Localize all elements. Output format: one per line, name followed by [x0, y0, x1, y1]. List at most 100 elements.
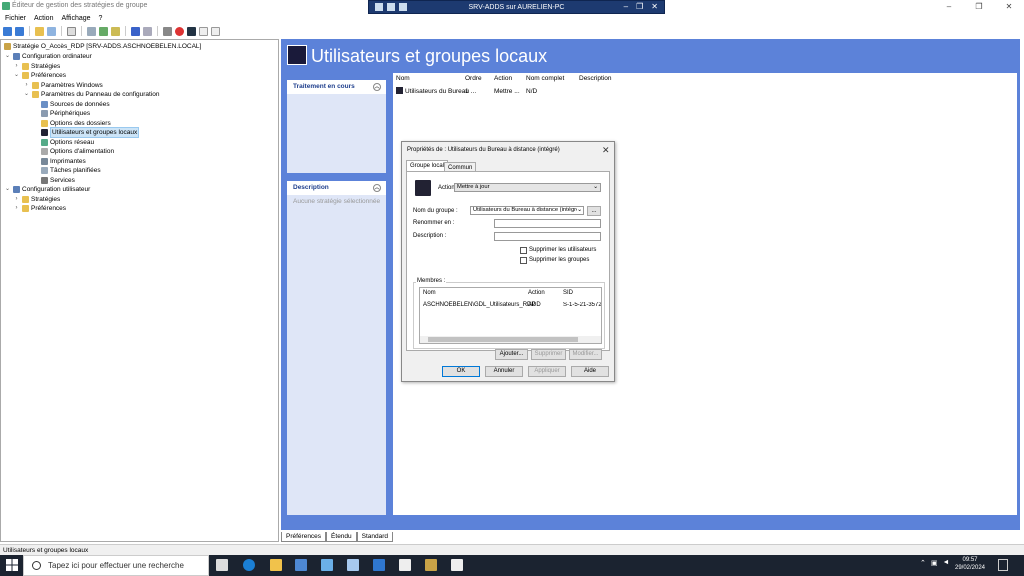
back-arrow-icon[interactable]: [3, 26, 12, 36]
description-input[interactable]: [494, 232, 601, 241]
menu-fichier[interactable]: Fichier: [5, 13, 26, 24]
table-row[interactable]: Utilisateurs du Bureau ... 1 Mettre ... …: [393, 86, 1017, 96]
tree-item-user-config[interactable]: ⌄ Configuration utilisateur: [4, 185, 90, 194]
horizontal-scrollbar[interactable]: [420, 336, 601, 343]
expand-icon[interactable]: ›: [13, 62, 20, 71]
taskbar-clock[interactable]: 09:57 29/02/2024: [950, 556, 990, 572]
tree-item-preferences[interactable]: ⌄ Préférences: [13, 71, 66, 80]
show-tree-icon[interactable]: [47, 26, 56, 36]
document-icon[interactable]: [451, 559, 463, 571]
expand-icon[interactable]: ›: [13, 195, 20, 204]
action-select[interactable]: Mettre à jour ⌄: [454, 183, 601, 192]
tree-item-data-sources[interactable]: Sources de données: [41, 100, 110, 109]
chevron-up-icon[interactable]: ⌃: [920, 559, 926, 567]
description-panel-header[interactable]: Description ︿: [287, 181, 386, 195]
expand-icon[interactable]: ›: [13, 204, 20, 213]
rdp-minimize-button[interactable]: –: [624, 2, 628, 11]
collapse-icon[interactable]: ⌄: [4, 52, 11, 61]
rdp-restore-button[interactable]: ❐: [636, 2, 643, 11]
edge-icon[interactable]: [243, 559, 255, 571]
tree-item-services[interactable]: Services: [41, 176, 75, 185]
forward-arrow-icon[interactable]: [15, 26, 24, 36]
file-explorer-icon[interactable]: [270, 559, 282, 571]
close-button[interactable]: ✕: [994, 0, 1024, 13]
windows-start-icon[interactable]: [6, 559, 18, 571]
tree-item-windows-settings[interactable]: › Paramètres Windows: [23, 81, 103, 90]
list-icon[interactable]: [143, 26, 152, 36]
dns-icon[interactable]: [347, 559, 359, 571]
export-icon[interactable]: [99, 26, 108, 36]
members-col-name[interactable]: Nom: [423, 290, 436, 296]
maximize-button[interactable]: ❐: [964, 0, 994, 13]
move-up-icon[interactable]: [199, 26, 208, 36]
rdp-close-button[interactable]: ✕: [651, 2, 658, 11]
properties-icon[interactable]: [67, 26, 76, 36]
menu-help[interactable]: ?: [99, 13, 103, 24]
chevron-up-icon[interactable]: ︿: [373, 184, 381, 192]
new-item-icon[interactable]: [111, 26, 120, 36]
tree-item-policies[interactable]: › Stratégies: [13, 62, 60, 71]
tree-item-computer-config[interactable]: ⌄ Configuration ordinateur: [4, 52, 92, 61]
scrollbar-thumb[interactable]: [428, 337, 578, 342]
group-name-combobox[interactable]: Utilisateurs du Bureau à distance (intég…: [470, 206, 584, 215]
members-row[interactable]: ASCHNOEBELEN\GDL_Utilisateurs_RDP ADD S-…: [420, 301, 601, 310]
network-icon[interactable]: ▣: [931, 559, 938, 567]
tab-standard[interactable]: Standard: [356, 532, 394, 542]
column-header-action[interactable]: Action: [494, 75, 512, 82]
tab-extended[interactable]: Étendu: [326, 532, 357, 542]
tree-root[interactable]: Stratégie O_Accès_RDP [SRV-ADDS.ASCHNOEB…: [4, 42, 201, 51]
volume-icon[interactable]: ◄: [943, 559, 950, 567]
apply-button[interactable]: Appliquer: [528, 366, 566, 377]
move-down-icon[interactable]: [211, 26, 220, 36]
notifications-icon[interactable]: [998, 559, 1008, 571]
members-col-sid[interactable]: SID: [563, 290, 573, 296]
column-header-description[interactable]: Description: [579, 75, 612, 82]
tree-item-network-options[interactable]: Options réseau: [41, 138, 94, 147]
tree-item-printers[interactable]: Imprimantes: [41, 157, 86, 166]
column-header-fullname[interactable]: Nom complet: [526, 75, 564, 82]
up-folder-icon[interactable]: [35, 26, 44, 36]
column-header-order[interactable]: Ordre: [465, 75, 482, 82]
notepad-icon[interactable]: [399, 559, 411, 571]
remove-users-checkbox[interactable]: [520, 247, 527, 254]
expand-icon[interactable]: ›: [23, 81, 30, 90]
modify-member-button[interactable]: Modifier...: [569, 349, 602, 360]
add-member-button[interactable]: Ajouter...: [495, 349, 528, 360]
star-icon[interactable]: [187, 26, 196, 36]
remove-groups-checkbox[interactable]: [520, 257, 527, 264]
processing-panel-header[interactable]: Traitement en cours ︿: [287, 80, 386, 94]
menu-action[interactable]: Action: [34, 13, 53, 24]
server-manager-icon[interactable]: [295, 559, 307, 571]
tree-item-user-policies[interactable]: › Stratégies: [13, 195, 60, 204]
remove-member-button[interactable]: Supprimer: [531, 349, 566, 360]
stop-icon[interactable]: [175, 26, 184, 36]
ok-button[interactable]: OK: [442, 366, 480, 377]
tree-item-local-users-groups[interactable]: Utilisateurs et groupes locaux: [41, 127, 140, 138]
minimize-button[interactable]: –: [934, 0, 964, 13]
tree-item-devices[interactable]: Périphériques: [41, 109, 90, 118]
task-view-icon[interactable]: [216, 559, 228, 571]
tree-item-scheduled-tasks[interactable]: Tâches planifiées: [41, 166, 101, 175]
dialog-close-button[interactable]: ✕: [602, 145, 610, 156]
menu-affichage[interactable]: Affichage: [61, 13, 90, 24]
help-button[interactable]: Aide: [571, 366, 609, 377]
cancel-button[interactable]: Annuler: [485, 366, 523, 377]
gpo-editor-icon[interactable]: [425, 559, 437, 571]
taskbar-search-input[interactable]: Tapez ici pour effectuer une recherche: [23, 555, 209, 576]
rename-input[interactable]: [494, 219, 601, 228]
column-header-name[interactable]: Nom: [396, 75, 410, 82]
tree-item-user-preferences[interactable]: › Préférences: [13, 204, 66, 213]
browse-button[interactable]: ...: [587, 206, 601, 216]
gpmc-icon[interactable]: [373, 559, 385, 571]
ad-users-icon[interactable]: [321, 559, 333, 571]
print-icon[interactable]: [163, 26, 172, 36]
refresh-icon[interactable]: [87, 26, 96, 36]
collapse-icon[interactable]: ⌄: [23, 90, 30, 99]
collapse-icon[interactable]: ⌄: [13, 71, 20, 80]
members-col-action[interactable]: Action: [528, 290, 545, 296]
chevron-up-icon[interactable]: ︿: [373, 83, 381, 91]
collapse-icon[interactable]: ⌄: [4, 185, 11, 194]
tree-item-control-panel-settings[interactable]: ⌄ Paramètres du Panneau de configuration: [23, 90, 160, 99]
tab-preferences[interactable]: Préférences: [281, 532, 327, 542]
help-icon[interactable]: [131, 26, 140, 36]
